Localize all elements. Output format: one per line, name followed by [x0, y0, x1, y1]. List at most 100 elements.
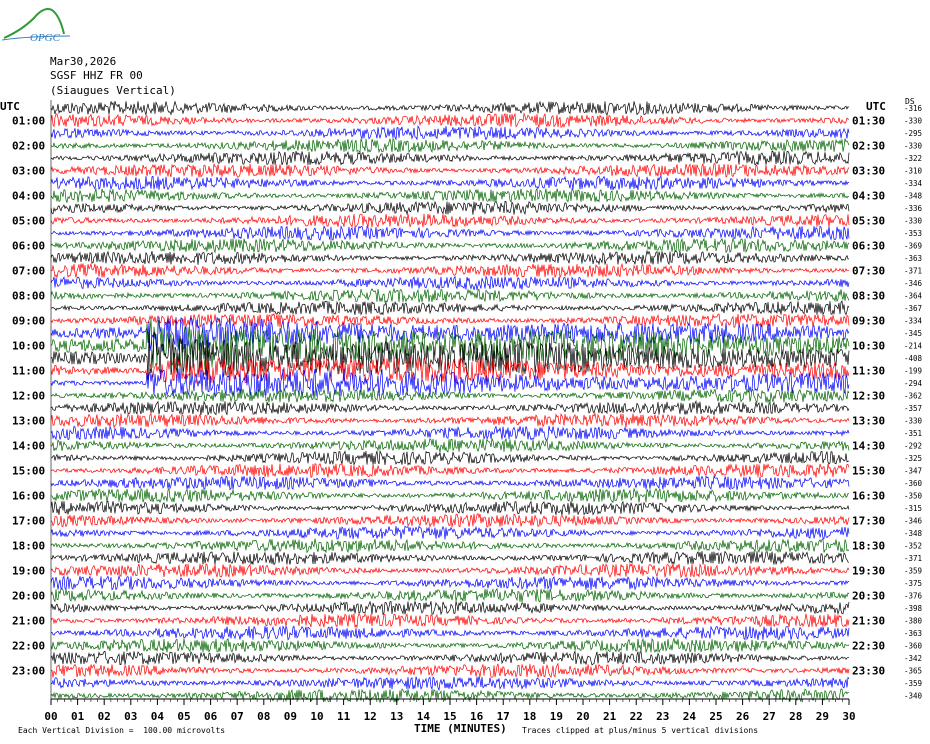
seismic-trace: [50, 550, 850, 566]
seismic-trace: [50, 613, 850, 629]
right-hour-label: 20:30: [852, 590, 885, 603]
ds-value-label: -350: [904, 492, 923, 501]
x-tick-label: 24: [683, 710, 697, 723]
right-hour-label: 18:30: [852, 540, 885, 553]
left-hour-label: 08:00: [12, 290, 45, 303]
seismic-trace: [50, 625, 850, 641]
seismic-trace: [50, 487, 850, 504]
left-hour-label: 10:00: [12, 340, 45, 353]
ds-value-label: -375: [904, 579, 922, 588]
right-hour-label: 04:30: [852, 190, 885, 203]
seismic-trace: [50, 112, 850, 129]
left-hour-label: 03:00: [12, 165, 45, 178]
seismic-trace: [50, 125, 850, 141]
x-tick-label: 05: [177, 710, 190, 723]
x-tick-label: 09: [284, 710, 297, 723]
left-hour-label: 06:00: [12, 240, 45, 253]
left-utc-title: UTC: [0, 100, 20, 113]
ds-value-label: -336: [904, 204, 923, 213]
left-hour-label: 23:00: [12, 665, 45, 678]
right-hour-label: 16:30: [852, 490, 885, 503]
left-hour-label: 11:00: [12, 365, 45, 378]
seismic-trace: [51, 300, 850, 316]
seismic-trace: [50, 213, 850, 229]
ds-value-label: -362: [904, 392, 922, 401]
seismic-trace: [50, 562, 850, 579]
seismic-trace: [50, 637, 850, 654]
ds-value-label: -360: [904, 479, 923, 488]
ds-value-label: -330: [904, 217, 923, 226]
left-hour-label: 13:00: [12, 415, 45, 428]
ds-value-label: -340: [904, 692, 923, 701]
x-tick-label: 10: [310, 710, 323, 723]
seismic-trace: [51, 662, 850, 679]
x-tick-label: 11: [337, 710, 351, 723]
ds-value-label: -199: [904, 367, 922, 376]
right-hour-label: 07:30: [852, 265, 885, 278]
right-hour-label: 09:30: [852, 315, 885, 328]
seismic-trace: [50, 538, 850, 554]
right-hour-label: 21:30: [852, 615, 885, 628]
seismic-trace: [50, 425, 850, 441]
right-hour-label: 10:30: [852, 340, 885, 353]
right-hour-label: 23:30: [852, 665, 885, 678]
ds-value-label: -330: [904, 417, 923, 426]
seismic-trace: [50, 237, 850, 254]
left-hour-label: 18:00: [12, 540, 45, 553]
x-tick-label: 22: [630, 710, 643, 723]
seismic-trace: [50, 399, 850, 416]
ds-value-label: -380: [904, 617, 923, 626]
x-tick-label: 08: [257, 710, 270, 723]
right-hour-label: 15:30: [852, 465, 885, 478]
x-axis-title: TIME (MINUTES): [414, 722, 507, 735]
ds-value-label: -359: [904, 679, 922, 688]
ds-value-label: -334: [904, 179, 923, 188]
ds-value-label: -295: [904, 129, 922, 138]
ds-value-label: -334: [904, 317, 923, 326]
ds-value-label: -367: [904, 304, 922, 313]
right-hour-label: 08:30: [852, 290, 885, 303]
left-hour-label: 19:00: [12, 565, 45, 578]
left-hour-label: 16:00: [12, 490, 45, 503]
right-hour-label: 13:30: [852, 415, 885, 428]
x-tick-label: 30: [842, 710, 855, 723]
x-tick-label: 28: [789, 710, 802, 723]
x-tick-label: 06: [204, 710, 218, 723]
ds-value-label: -310: [904, 167, 923, 176]
seismic-trace: [50, 249, 850, 266]
seismic-trace: [50, 412, 850, 429]
ds-value-label: -363: [904, 254, 922, 263]
ds-value-label: -398: [904, 604, 923, 613]
ds-value-label: -348: [904, 529, 923, 538]
ds-value-label: -363: [904, 629, 922, 638]
left-hour-label: 21:00: [12, 615, 45, 628]
right-hour-label: 06:30: [852, 240, 885, 253]
seismic-trace: [50, 676, 850, 692]
x-tick-label: 07: [231, 710, 244, 723]
left-hour-label: 07:00: [12, 265, 45, 278]
ds-value-label: -322: [904, 154, 922, 163]
ds-value-label: -359: [904, 567, 922, 576]
seismic-trace: [50, 512, 850, 528]
x-tick-label: 00: [44, 710, 57, 723]
seismic-trace: [50, 225, 850, 241]
ds-value-label: -292: [904, 442, 922, 451]
seismic-trace: [50, 387, 850, 404]
x-tick-label: 29: [816, 710, 829, 723]
seismic-trace: [50, 575, 850, 591]
x-tick-label: 20: [576, 710, 589, 723]
seismic-trace: [50, 287, 850, 304]
x-tick-label: 03: [124, 710, 137, 723]
x-tick-label: 04: [151, 710, 165, 723]
footer-scale-note: Each Vertical Division = 100.00 microvol…: [18, 726, 226, 735]
right-hour-label: 14:30: [852, 440, 885, 453]
right-hour-label: 03:30: [852, 165, 885, 178]
right-hour-label: 17:30: [852, 515, 885, 528]
ds-value-label: -346: [904, 279, 923, 288]
right-hour-label: 12:30: [852, 390, 885, 403]
ds-value-label: -348: [904, 192, 923, 201]
x-tick-label: 12: [364, 710, 377, 723]
x-tick-label: 02: [98, 710, 111, 723]
seismic-trace: [50, 600, 850, 616]
left-hour-label: 01:00: [12, 115, 45, 128]
